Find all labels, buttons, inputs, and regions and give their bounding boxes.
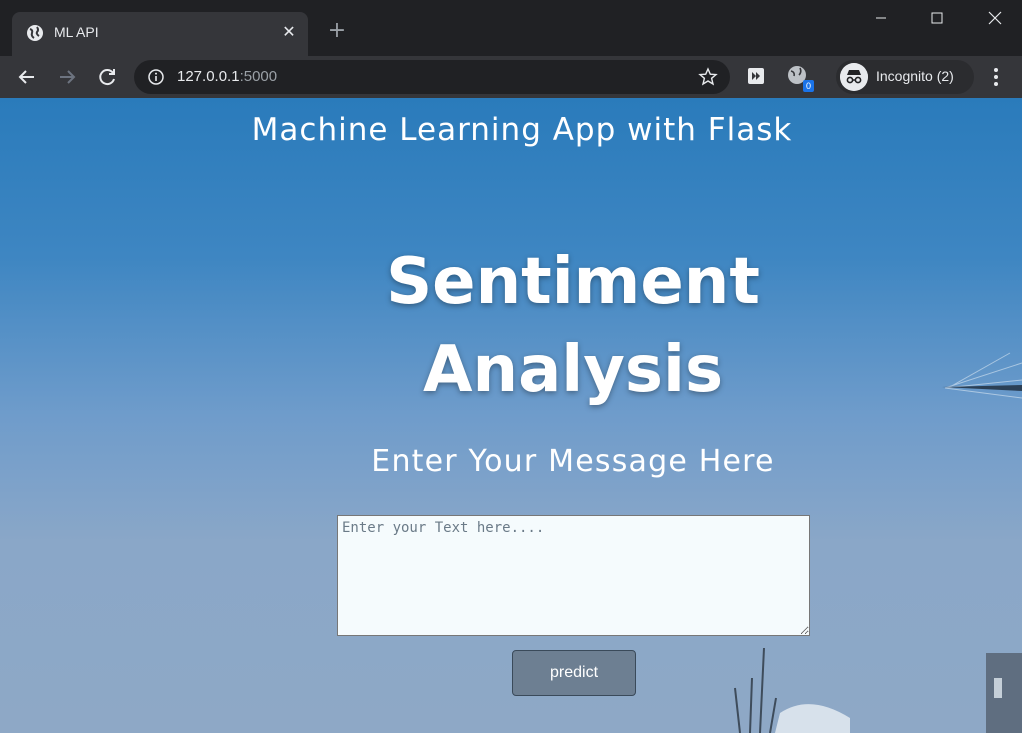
app-title: Machine Learning App with Flask xyxy=(251,112,793,148)
incognito-button[interactable]: Incognito (2) xyxy=(836,60,974,94)
subheading: Enter Your Message Here xyxy=(371,444,775,479)
minimize-icon[interactable] xyxy=(858,4,904,32)
bookmark-star-icon[interactable] xyxy=(698,67,718,87)
globe-icon xyxy=(27,25,43,41)
tab-ml-api[interactable]: ML API ✕ xyxy=(12,12,308,56)
url-host: 127.0.0.1 xyxy=(177,68,240,85)
close-window-icon[interactable] xyxy=(972,4,1018,32)
incognito-label: Incognito (2) xyxy=(876,68,954,84)
background-scenery xyxy=(734,352,1022,733)
tab-close-icon[interactable]: ✕ xyxy=(278,21,300,43)
reload-icon[interactable] xyxy=(94,64,120,90)
browser-toolbar: 127.0.0.1:5000 0 Incognito (2) xyxy=(0,56,1022,99)
info-icon[interactable] xyxy=(148,69,164,85)
heading-line-1: Sentiment xyxy=(386,245,760,319)
back-arrow-icon[interactable] xyxy=(14,64,40,90)
forward-arrow-icon[interactable] xyxy=(54,64,80,90)
address-bar[interactable]: 127.0.0.1:5000 xyxy=(134,60,730,94)
browser-titlebar: ML API ✕ + xyxy=(0,0,1022,56)
kebab-menu-icon[interactable] xyxy=(986,66,1006,88)
page-content: Machine Learning App with Flask Sentimen… xyxy=(0,98,1022,733)
url-text: 127.0.0.1:5000 xyxy=(177,68,277,85)
extension-globe-icon[interactable]: 0 xyxy=(786,64,814,92)
heading-line-2: Analysis xyxy=(422,333,724,407)
page-heading: Sentiment Analysis xyxy=(320,238,826,414)
maximize-icon[interactable] xyxy=(914,4,960,32)
extension-media-icon[interactable] xyxy=(746,66,766,86)
incognito-icon xyxy=(840,63,868,91)
extension-badge: 0 xyxy=(802,80,814,92)
message-textarea[interactable] xyxy=(337,515,810,636)
url-port: :5000 xyxy=(239,68,278,85)
predict-button[interactable]: predict xyxy=(512,650,636,696)
new-tab-icon[interactable]: + xyxy=(326,20,348,42)
tab-title: ML API xyxy=(54,24,99,40)
